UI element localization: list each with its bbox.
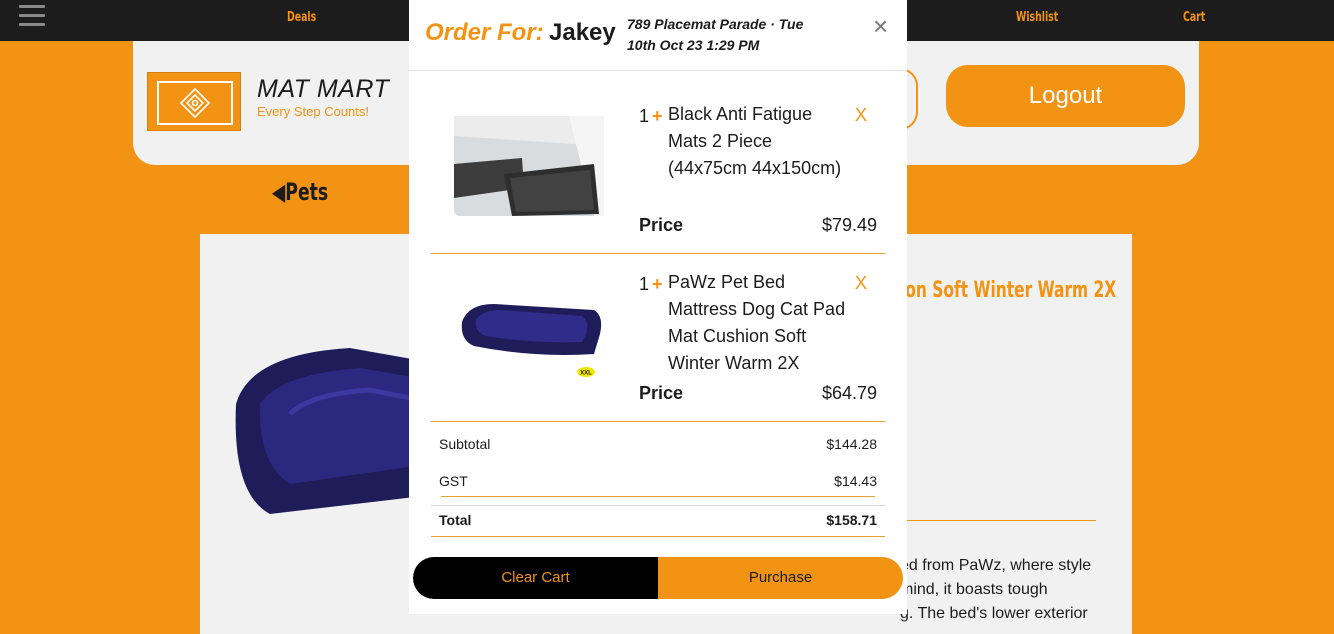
logo-frame [157,81,233,125]
purchase-button[interactable]: Purchase [658,557,903,599]
clear-cart-button[interactable]: Clear Cart [413,557,658,599]
item-quantity: 1 [639,274,650,294]
back-to-pets-link[interactable]: ◀Pets [272,178,328,206]
cart-item: XXL 1 + PaWz Pet Bed Mattress Dog Cat Pa… [431,268,885,422]
product-description: ed from PaWz, where style mind, it boast… [900,554,1100,626]
cart-actions: Clear Cart Purchase [413,557,903,599]
divider [431,505,885,506]
modal-header: Order For: Jakey 789 Placemat Parade · T… [409,0,907,71]
order-for-label: Order For: [425,19,544,46]
diamond-emblem-icon [179,87,211,119]
nav-wishlist[interactable]: Wishlist [1016,10,1058,25]
anti-fatigue-mat-image [454,116,604,216]
cart-modal: Order For: Jakey 789 Placemat Parade · T… [409,0,907,614]
item-quantity: 1 [639,106,650,126]
divider [431,253,885,254]
description-line: mind, it boasts tough [900,581,1048,598]
divider [431,421,885,422]
total-label: Total [439,512,472,528]
divider [900,520,1096,521]
customer-name: Jakey [549,19,616,46]
pet-bed-image: XXL [461,304,602,377]
nav-deals[interactable]: Deals [287,10,316,25]
divider [431,536,885,537]
size-badge: XXL [580,371,592,377]
logo[interactable] [147,72,241,131]
increase-quantity-button[interactable]: + [652,274,663,295]
order-address-date: 789 Placemat Parade · Tue [627,16,804,32]
brand-name: MAT MART [257,75,390,103]
remove-item-button[interactable]: X [855,105,867,126]
subtotal-label: Subtotal [439,436,491,452]
price-label: Price [639,215,684,235]
description-line: g. The bed's lower exterior [900,605,1088,622]
product-title: ion Soft Winter Warm 2X [900,278,1117,303]
gst-label: GST [439,473,468,489]
nav-cart[interactable]: Cart [1183,10,1205,25]
cart-item: 1 + Black Anti Fatigue Mats 2 Piece (44x… [431,100,885,254]
item-name: PaWz Pet Bed Mattress Dog Cat Pad Mat Cu… [668,272,846,369]
menu-icon[interactable] [19,5,45,26]
increase-quantity-button[interactable]: + [652,106,663,127]
total-value: $158.71 [826,512,877,528]
item-name: Black Anti Fatigue Mats 2 Piece (44x75cm… [668,104,842,178]
price-label: Price [639,383,684,403]
subtotal-value: $144.28 [826,436,877,452]
description-line: ed from PaWz, where style [900,557,1092,574]
logout-button[interactable]: Logout [946,65,1185,127]
divider [441,496,875,497]
brand-tagline: Every Step Counts! [257,104,369,119]
item-price: $64.79 [821,383,877,403]
item-price: $79.49 [821,215,877,235]
gst-value: $14.43 [834,473,877,489]
remove-item-button[interactable]: X [855,273,867,294]
close-icon[interactable]: × [873,11,888,42]
order-meta: 789 Placemat Parade · Tue 10th Oct 23 1:… [627,14,827,56]
order-time: 10th Oct 23 1:29 PM [627,37,760,53]
